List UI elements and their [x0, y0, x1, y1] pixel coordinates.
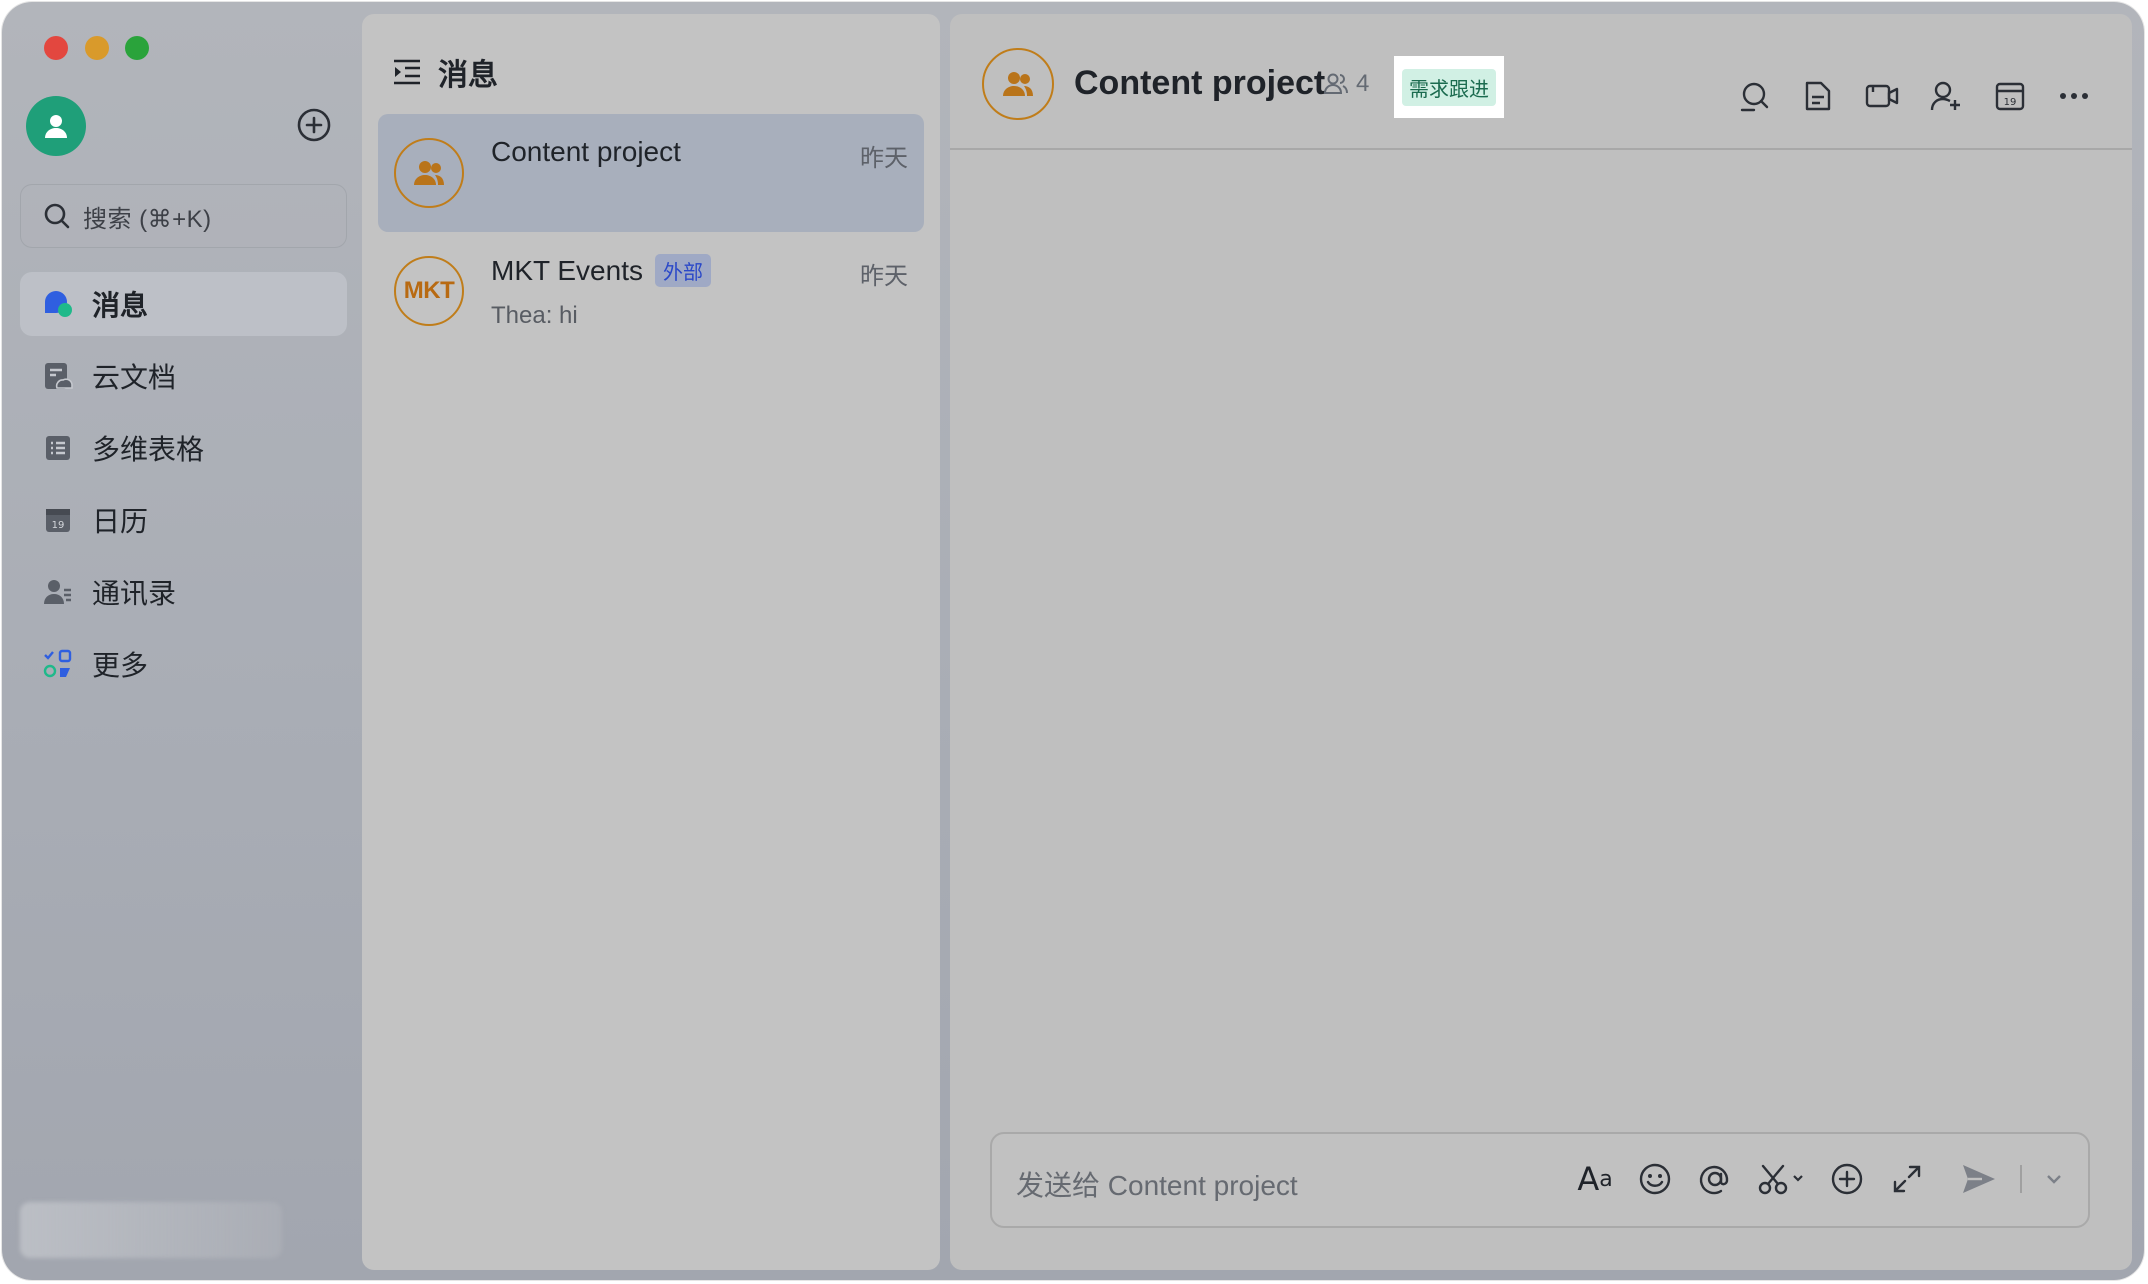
- text-format-icon[interactable]: Aa: [1576, 1160, 1614, 1198]
- cloud-doc-icon: [42, 360, 74, 392]
- video-call-icon[interactable]: [1864, 78, 1900, 114]
- header-toolbar: 19: [1736, 78, 2092, 114]
- user-avatar[interactable]: [26, 96, 86, 156]
- table-icon: [42, 432, 74, 464]
- sidebar-item-label: 更多: [92, 650, 149, 681]
- list-header: 消息: [392, 50, 498, 94]
- sidebar-item-label: 日历: [92, 506, 149, 537]
- conversation-list-panel: 消息 Content project 昨天 MKT MKT Events 外部 …: [362, 14, 940, 1270]
- conversation-time: 昨天: [860, 145, 908, 172]
- contacts-icon: [42, 576, 74, 608]
- svg-text:19: 19: [2004, 97, 2017, 108]
- expand-icon[interactable]: [1888, 1160, 1926, 1198]
- emoji-icon[interactable]: [1636, 1160, 1674, 1198]
- send-separator: [2020, 1165, 2022, 1193]
- sidebar-item-label: 消息: [92, 290, 149, 321]
- app-window: 搜索 (⌘+K) 消息 云文档 多维表格 19 日历 通讯录 更多 消息 Con…: [2, 2, 2144, 1280]
- group-avatar: [394, 138, 464, 208]
- collapse-sidebar-icon[interactable]: [392, 58, 422, 86]
- conversation-name: Content project: [491, 136, 681, 167]
- requirement-tag[interactable]: 需求跟进: [1394, 56, 1504, 118]
- minimize-window-button[interactable]: [85, 36, 109, 60]
- avatar-text: MKT: [403, 277, 455, 304]
- group-icon: [1003, 72, 1033, 96]
- sidebar-item-more[interactable]: 更多: [20, 632, 347, 696]
- chevron-down-icon[interactable]: [2044, 1160, 2064, 1198]
- conversation-item-content-project[interactable]: Content project 昨天: [378, 114, 924, 232]
- members-icon: [1324, 73, 1348, 94]
- mkt-avatar: MKT: [394, 256, 464, 326]
- chat-title[interactable]: Content project: [1074, 64, 1325, 103]
- chat-panel: Content project 4 需求跟进 19 发送给 Content pr…: [950, 14, 2132, 1270]
- sidebar-item-label: 多维表格: [92, 434, 205, 465]
- calendar-icon: 19: [42, 504, 74, 536]
- search-chat-icon[interactable]: [1736, 78, 1772, 114]
- conversation-name: MKT Events 外部: [491, 254, 711, 287]
- group-icon: [414, 161, 444, 185]
- chat-header: Content project 4 需求跟进 19: [950, 14, 2132, 150]
- sidebar-item-calendar[interactable]: 19 日历: [20, 488, 347, 552]
- search-icon: [44, 203, 70, 229]
- chat-group-avatar[interactable]: [982, 48, 1054, 120]
- external-tag: 外部: [654, 254, 711, 287]
- calendar-icon[interactable]: 19: [1992, 78, 2028, 114]
- create-button[interactable]: [297, 108, 331, 142]
- sidebar-item-base[interactable]: 多维表格: [20, 416, 347, 480]
- conversation-item-mkt-events[interactable]: MKT MKT Events 外部 昨天 Thea: hi: [378, 232, 924, 350]
- conversation-time: 昨天: [860, 263, 908, 290]
- svg-text:19: 19: [52, 520, 65, 531]
- document-icon[interactable]: [1800, 78, 1836, 114]
- composer-toolbar: Aa: [1576, 1160, 2064, 1198]
- sidebar-item-contacts[interactable]: 通讯录: [20, 560, 347, 624]
- search-placeholder: 搜索 (⌘+K): [83, 205, 212, 233]
- maximize-window-button[interactable]: [125, 36, 149, 60]
- profile-status-area[interactable]: [20, 1202, 282, 1258]
- person-icon: [45, 115, 67, 138]
- plus-circle-icon[interactable]: [1828, 1160, 1866, 1198]
- sidebar-item-label: 云文档: [92, 362, 177, 393]
- plus-circle-icon: [297, 108, 331, 142]
- member-count[interactable]: 4: [1324, 70, 1369, 98]
- search-input[interactable]: 搜索 (⌘+K): [20, 184, 347, 248]
- mention-icon[interactable]: [1696, 1160, 1734, 1198]
- more-icon[interactable]: [2056, 78, 2092, 114]
- sidebar-item-label: 通讯录: [92, 578, 177, 609]
- composer-input[interactable]: 发送给 Content project: [1016, 1164, 1298, 1204]
- chat-bubble-icon: [42, 288, 74, 320]
- add-member-icon[interactable]: [1928, 78, 1964, 114]
- send-icon[interactable]: [1960, 1160, 1998, 1198]
- sidebar-item-messages[interactable]: 消息: [20, 272, 347, 336]
- sidebar-item-docs[interactable]: 云文档: [20, 344, 347, 408]
- list-title: 消息: [438, 59, 498, 92]
- screenshot-scissors-icon[interactable]: [1756, 1160, 1806, 1198]
- conversation-preview: Thea: hi: [491, 302, 578, 329]
- close-window-button[interactable]: [44, 36, 68, 60]
- apps-icon: [42, 648, 74, 680]
- message-composer[interactable]: 发送给 Content project Aa: [990, 1132, 2090, 1228]
